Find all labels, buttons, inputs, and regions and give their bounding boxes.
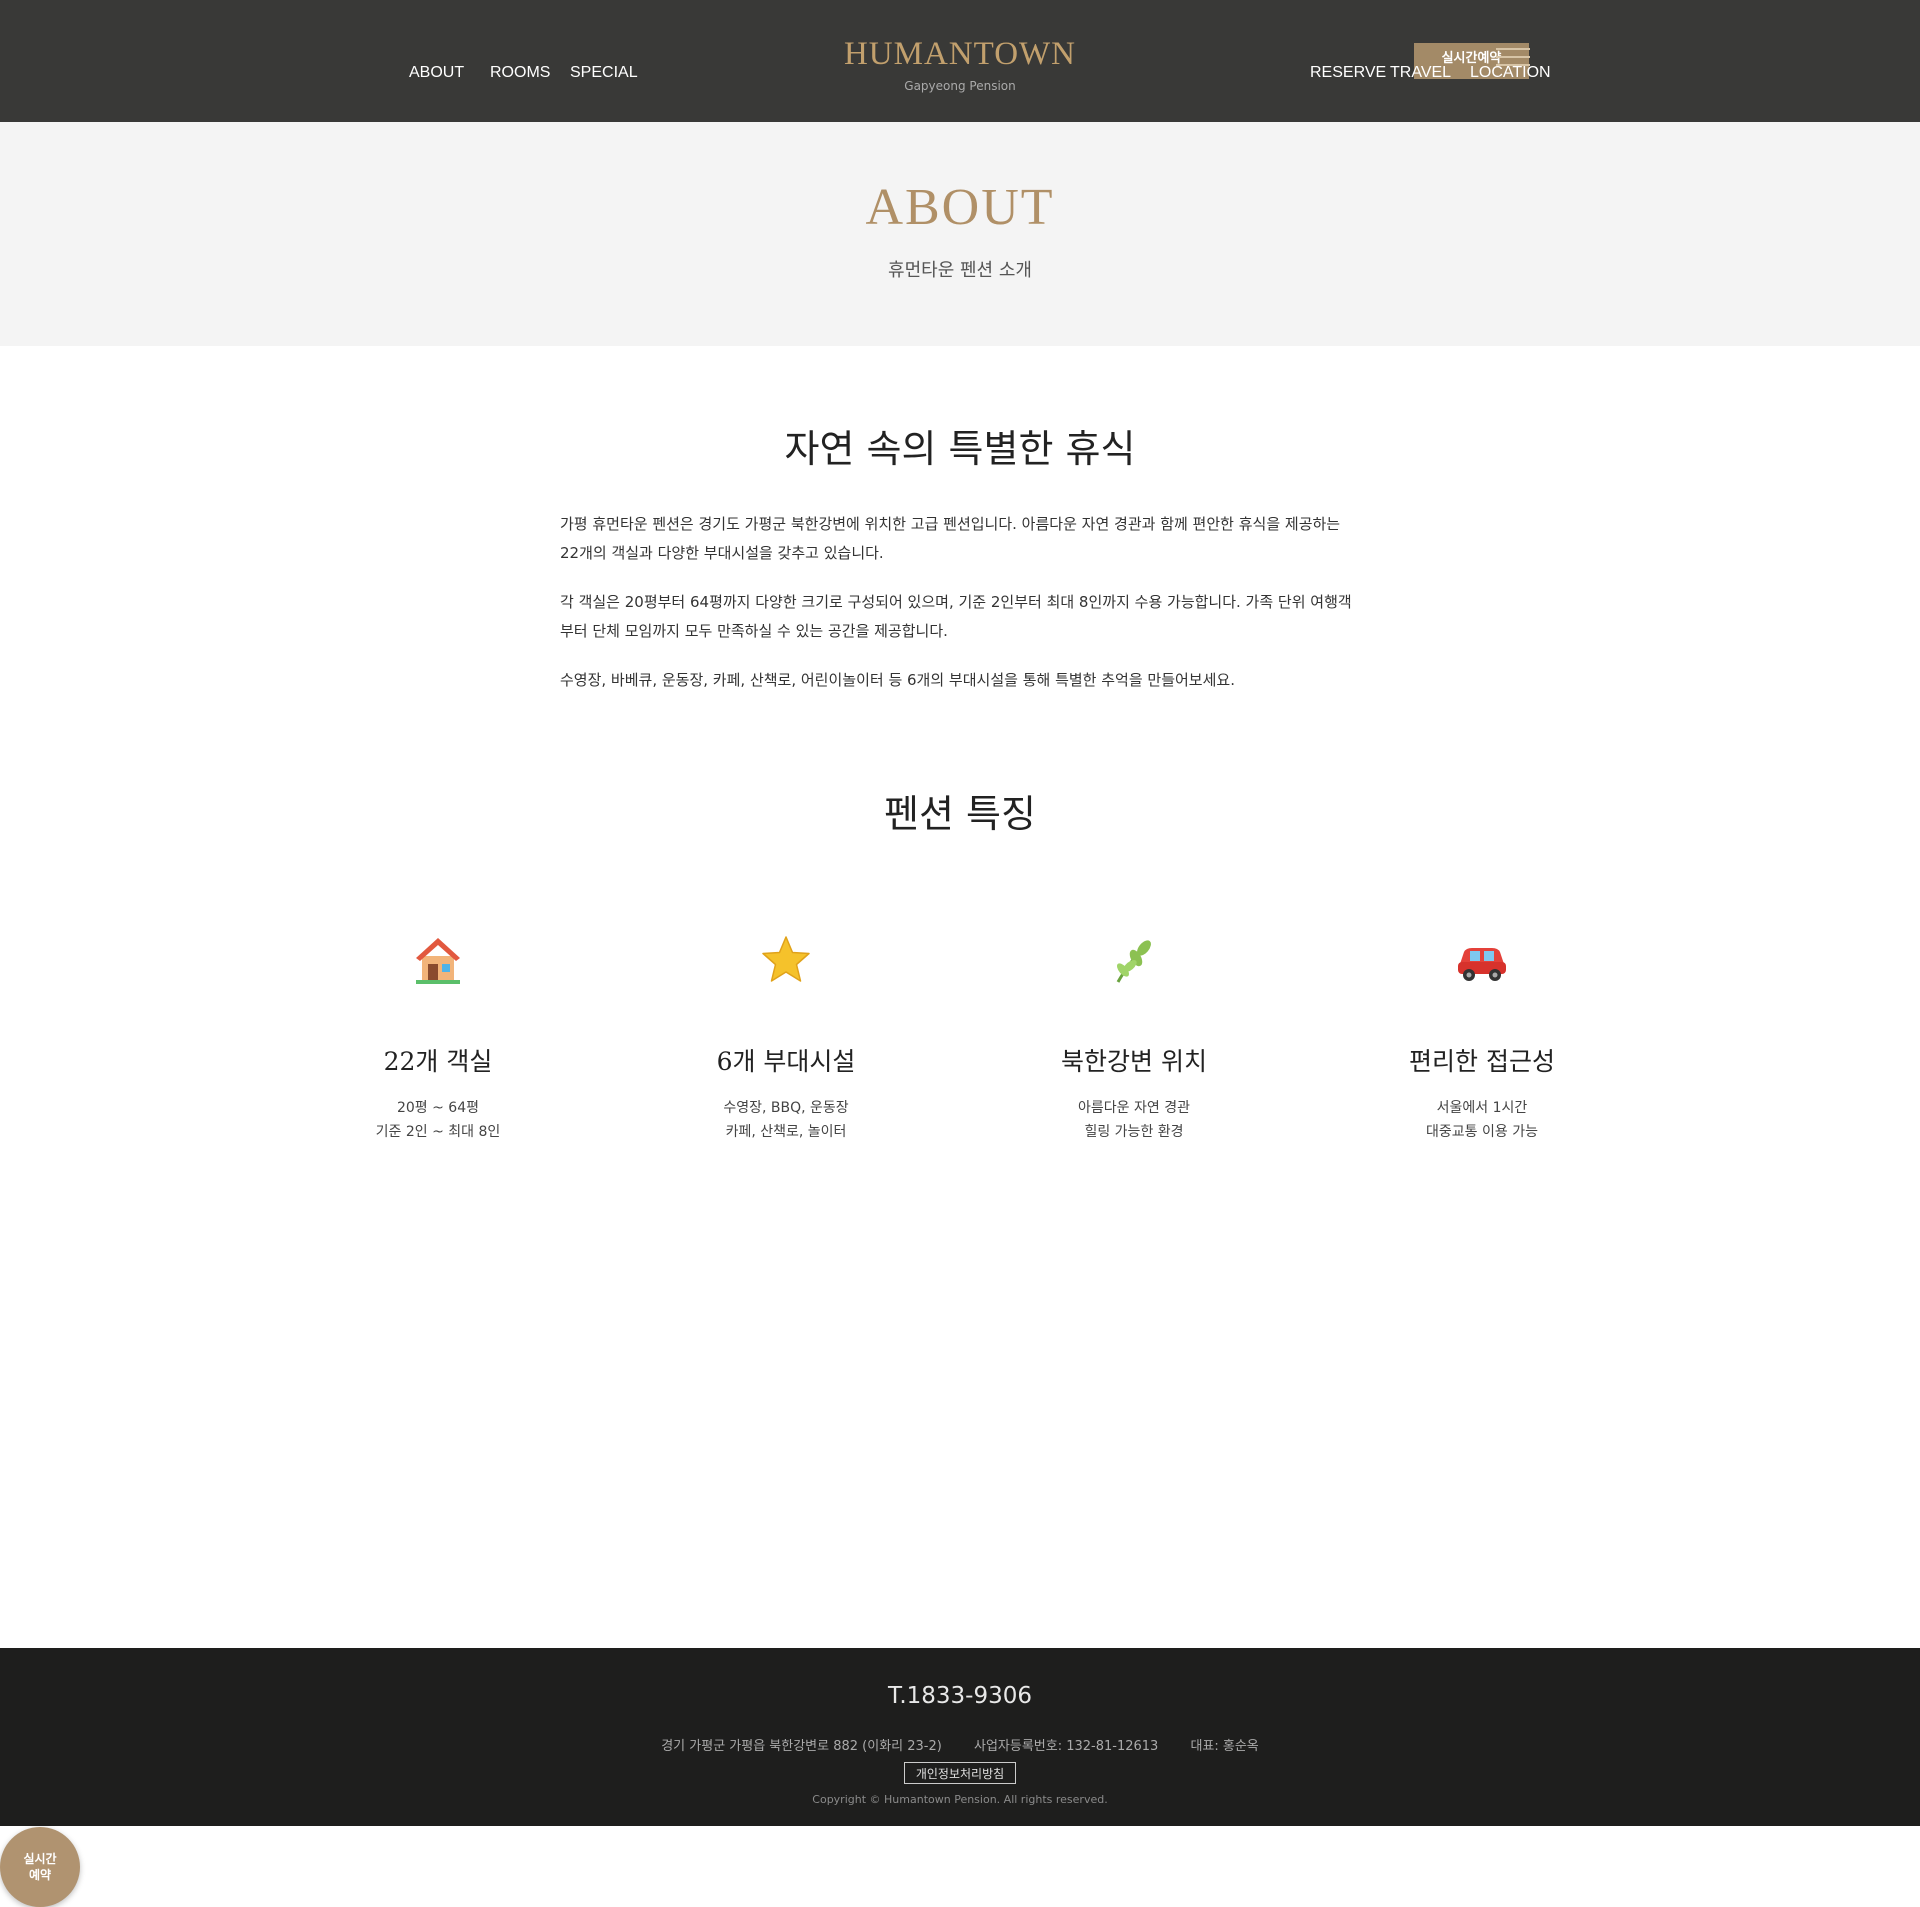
nav-rooms[interactable]: ROOMS bbox=[490, 64, 550, 82]
fab-label: 예약 bbox=[28, 1868, 52, 1882]
nav-special[interactable]: SPECIAL bbox=[570, 64, 638, 82]
feature-description: 20평 ~ 64평 기준 2인 ~ 최대 8인 bbox=[375, 1100, 501, 1140]
intro-paragraph: 가평 휴먼타운 펜션은 경기도 가평군 북한강변에 위치한 고급 펜션입니다. … bbox=[560, 515, 1341, 562]
footer-info: 경기 가평군 가평읍 북한강변로 882 (이화리 23-2) 사업자등록번호:… bbox=[0, 1735, 1920, 1754]
page-subtitle: 휴먼타운 펜션 소개 bbox=[888, 260, 1032, 281]
site-footer: T.1833-9306 경기 가평군 가평읍 북한강변로 882 (이화리 23… bbox=[0, 1648, 1920, 1826]
fab-label: 실시간 bbox=[23, 1852, 57, 1866]
page-title: ABOUT bbox=[865, 179, 1055, 236]
herb-icon bbox=[984, 930, 1284, 990]
car-icon bbox=[1332, 930, 1632, 990]
logo-subtitle: Gapyeong Pension bbox=[904, 79, 1016, 93]
copyright: Copyright © Humantown Pension. All right… bbox=[812, 1793, 1108, 1806]
nav-location[interactable]: LOCATION bbox=[1470, 64, 1551, 82]
feature-access: 편리한 접근성 서울에서 1시간 대중교통 이용 가능 bbox=[1332, 930, 1632, 1144]
intro-title: 자연 속의 특별한 휴식 bbox=[784, 427, 1136, 471]
feature-title: 편리한 접근성 bbox=[1409, 1047, 1555, 1076]
site-header: ABOUT ROOMS SPECIAL HUMANTOWN Gapyeong P… bbox=[0, 0, 1920, 122]
intro-paragraph: 수영장, 바베큐, 운동장, 카페, 산책로, 어린이놀이터 등 6개의 부대시… bbox=[560, 671, 1235, 689]
privacy-policy-link[interactable]: 개인정보처리방침 bbox=[904, 1762, 1016, 1784]
intro-paragraph: 각 객실은 20평부터 64평까지 다양한 크기로 구성되어 있으며, 기준 2… bbox=[560, 593, 1352, 640]
footer-address: 경기 가평군 가평읍 북한강변로 882 (이화리 23-2) bbox=[661, 1739, 942, 1754]
feature-facilities: 6개 부대시설 수영장, BBQ, 운동장 카페, 산책로, 놀이터 bbox=[636, 930, 936, 1144]
feature-description: 수영장, BBQ, 운동장 카페, 산책로, 놀이터 bbox=[723, 1100, 849, 1140]
feature-description: 서울에서 1시간 대중교통 이용 가능 bbox=[1426, 1100, 1538, 1140]
feature-title: 북한강변 위치 bbox=[1061, 1047, 1207, 1076]
house-icon bbox=[288, 930, 588, 990]
intro-body: 가평 휴먼타운 펜션은 경기도 가평군 북한강변에 위치한 고급 펜션입니다. … bbox=[560, 510, 1360, 715]
footer-business-number: 사업자등록번호: 132-81-12613 bbox=[973, 1739, 1159, 1754]
feature-title: 6개 부대시설 bbox=[716, 1047, 856, 1076]
feature-rooms: 22개 객실 20평 ~ 64평 기준 2인 ~ 최대 8인 bbox=[288, 930, 588, 1144]
feature-title: 22개 객실 bbox=[383, 1047, 493, 1076]
feature-description: 아름다운 자연 경관 힐링 가능한 환경 bbox=[1078, 1100, 1190, 1140]
footer-phone[interactable]: T.1833-9306 bbox=[0, 1683, 1920, 1709]
nav-about[interactable]: ABOUT bbox=[409, 64, 464, 82]
floating-reserve-button[interactable]: 실시간 예약 bbox=[0, 1827, 80, 1907]
logo[interactable]: HUMANTOWN bbox=[760, 36, 1160, 73]
feature-location: 북한강변 위치 아름다운 자연 경관 힐링 가능한 환경 bbox=[984, 930, 1284, 1144]
features-title: 펜션 특징 bbox=[884, 792, 1036, 836]
nav-travel[interactable]: TRAVEL bbox=[1390, 64, 1451, 82]
star-icon bbox=[636, 930, 936, 990]
footer-representative: 대표: 홍순옥 bbox=[1190, 1739, 1259, 1754]
page-hero: ABOUT 휴먼타운 펜션 소개 bbox=[0, 122, 1920, 346]
nav-reserve[interactable]: RESERVE bbox=[1310, 64, 1386, 82]
